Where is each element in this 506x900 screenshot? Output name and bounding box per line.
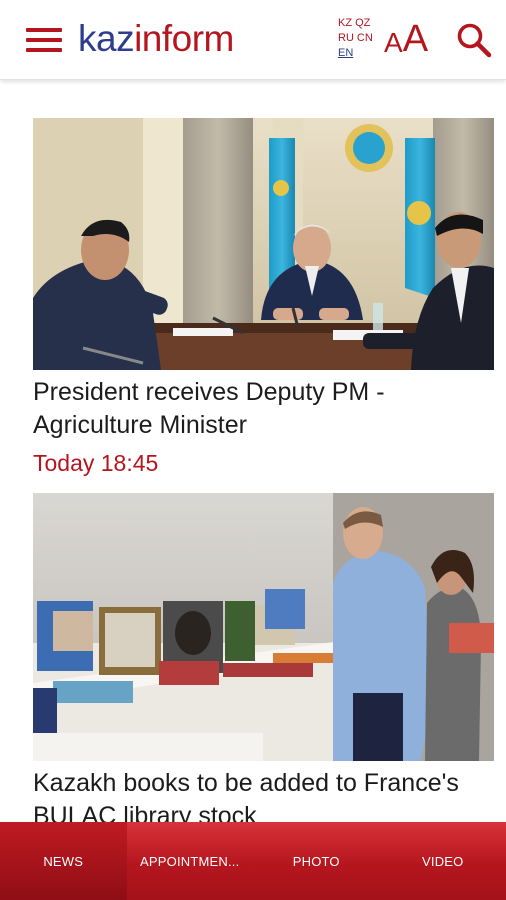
article-title[interactable]: Kazakh books to be added to France's BUL… (33, 767, 494, 822)
photo-book-exhibit-scene (33, 493, 494, 761)
lang-ru[interactable]: RU (338, 32, 354, 44)
article-timestamp: Today 18:45 (33, 450, 159, 476)
bottom-tab-bar: News Appointmen... Photo Video (0, 822, 506, 900)
logo-text-kaz: kaz (78, 17, 135, 59)
article-title[interactable]: President receives Deputy PM - Agricultu… (33, 376, 494, 442)
hamburger-menu-icon[interactable] (26, 26, 62, 54)
search-icon[interactable] (456, 22, 492, 58)
kazinform-logo[interactable]: kaz inform (78, 16, 234, 60)
logo-text-inform: inform (134, 17, 234, 59)
font-size-small-glyph: A (384, 27, 403, 58)
tab-photo[interactable]: Photo (253, 822, 380, 900)
lang-en[interactable]: EN (338, 47, 353, 59)
article-photo[interactable] (33, 493, 494, 761)
language-switcher: KZ QZ RU CN EN (338, 16, 376, 61)
font-size-big-glyph: A (402, 18, 429, 60)
tab-video[interactable]: Video (380, 822, 506, 900)
news-feed[interactable]: President receives Deputy PM - Agricultu… (0, 80, 506, 822)
article-photo[interactable] (33, 118, 494, 370)
lang-qz[interactable]: QZ (355, 17, 370, 29)
font-size-button[interactable]: AA (384, 18, 428, 58)
photo-meeting-scene (33, 118, 494, 370)
article-card[interactable]: Kazakh books to be added to France's BUL… (33, 493, 494, 822)
app-header: kaz inform KZ QZ RU CN EN AA (0, 0, 506, 80)
lang-kz[interactable]: KZ (338, 17, 352, 29)
article-card[interactable]: President receives Deputy PM - Agricultu… (33, 118, 494, 478)
tab-appointments[interactable]: Appointmen... (127, 822, 254, 900)
tab-news[interactable]: News (0, 822, 127, 900)
lang-cn[interactable]: CN (357, 32, 373, 44)
